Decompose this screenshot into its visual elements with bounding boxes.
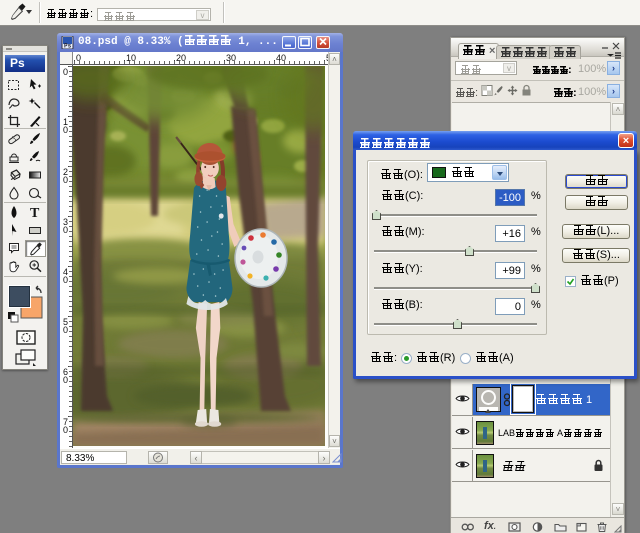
svg-text:T: T <box>30 206 40 219</box>
svg-text:Ps: Ps <box>64 43 72 50</box>
